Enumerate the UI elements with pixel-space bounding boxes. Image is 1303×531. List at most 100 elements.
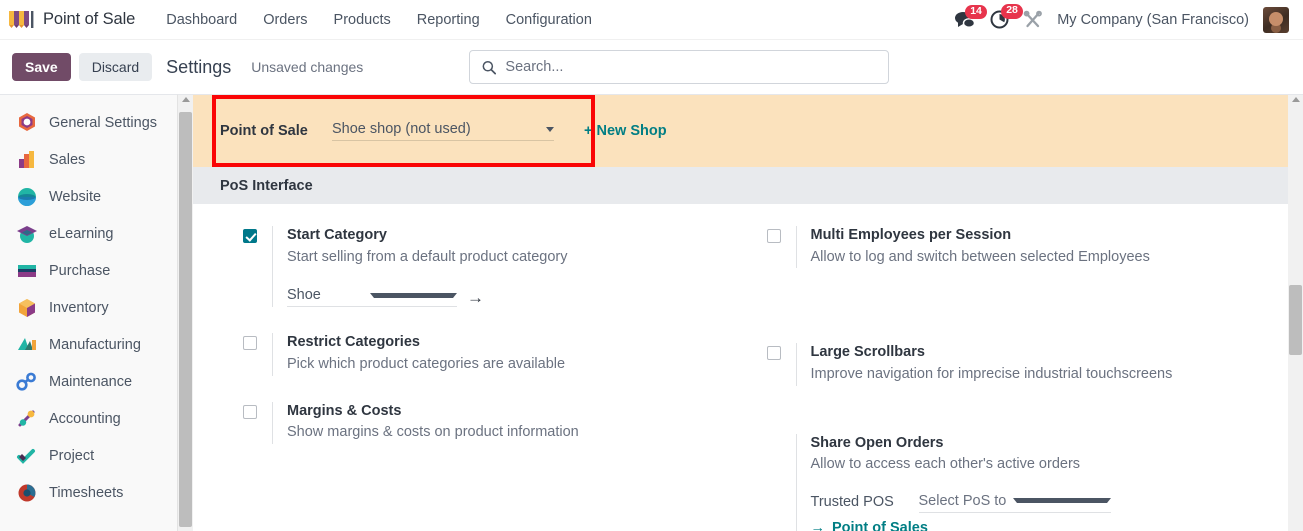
point-of-sales-link[interactable]: → Point of Sales bbox=[811, 520, 1289, 531]
nav-link-products[interactable]: Products bbox=[321, 6, 404, 34]
inventory-app-icon bbox=[19, 298, 35, 317]
sidebar-item-label: eLearning bbox=[49, 225, 114, 242]
point-of-sales-link-label: Point of Sales bbox=[832, 519, 928, 531]
elearning-app-icon bbox=[17, 225, 37, 243]
sidebar-scrollbar-thumb[interactable] bbox=[179, 112, 192, 527]
wrench-tools-icon[interactable] bbox=[1023, 10, 1043, 30]
sidebar-item-label: Website bbox=[49, 188, 102, 205]
website-app-icon bbox=[18, 187, 36, 206]
nav-link-dashboard[interactable]: Dashboard bbox=[153, 6, 250, 34]
purchase-app-icon bbox=[18, 264, 36, 277]
scroll-up-arrow-icon[interactable] bbox=[1291, 97, 1300, 102]
sidebar-item-general-settings[interactable]: General Settings bbox=[0, 104, 177, 141]
sidebar-item-label: Accounting bbox=[49, 410, 121, 427]
restrict-categories-checkbox[interactable] bbox=[243, 336, 257, 351]
sidebar-item-website[interactable]: Website bbox=[0, 178, 177, 215]
large-scrollbars-checkbox[interactable] bbox=[766, 346, 781, 361]
sidebar-item-label: Purchase bbox=[49, 262, 111, 279]
nav-link-configuration[interactable]: Configuration bbox=[493, 6, 605, 34]
setting-restrict-categories: Restrict Categories Pick which product c… bbox=[243, 333, 741, 376]
setting-title: Margins & Costs bbox=[287, 402, 402, 419]
sidebar-item-label: Sales bbox=[49, 151, 86, 168]
sidebar-item-label: Manufacturing bbox=[49, 336, 141, 353]
sidebar-item-label: Maintenance bbox=[49, 373, 133, 390]
setting-title: Start Category bbox=[287, 227, 387, 243]
messages-menu[interactable]: 14 bbox=[954, 4, 987, 29]
start-category-value-row: Shoe → bbox=[287, 287, 741, 308]
sidebar-item-project[interactable]: Project bbox=[0, 437, 177, 474]
navbar-links: Dashboard Orders Products Reporting Conf… bbox=[153, 6, 605, 34]
unsaved-changes-status: Unsaved changes bbox=[251, 59, 364, 75]
setting-start-category: Start Category Start selling from a defa… bbox=[243, 226, 741, 308]
setting-description: Start selling from a default product cat… bbox=[287, 248, 568, 265]
search-input[interactable] bbox=[505, 59, 877, 75]
multi-employees-checkbox[interactable] bbox=[766, 229, 781, 243]
main-scrollbar[interactable] bbox=[1288, 94, 1303, 531]
sidebar-item-label: General Settings bbox=[49, 114, 158, 131]
setting-margins-and-costs: Margins & Costs Show margins & costs on … bbox=[243, 401, 741, 444]
project-app-icon bbox=[17, 448, 35, 464]
start-category-select[interactable]: Shoe bbox=[287, 287, 457, 308]
setting-multi-employees-per-session: Multi Employees per Session Allow to log… bbox=[766, 226, 1289, 269]
setting-large-scrollbars: Large Scrollbars Improve navigation for … bbox=[766, 343, 1289, 386]
sidebar-item-accounting[interactable]: Accounting bbox=[0, 400, 177, 437]
setting-title: Large Scrollbars bbox=[810, 344, 925, 361]
setting-title: Share Open Orders bbox=[810, 434, 944, 451]
timesheets-app-icon bbox=[18, 484, 36, 501]
avatar[interactable] bbox=[1263, 6, 1289, 33]
sidebar-item-elearning[interactable]: eLearning bbox=[0, 215, 177, 252]
setting-description: Allow to log and switch between selected… bbox=[810, 248, 1150, 265]
search-box[interactable] bbox=[469, 50, 890, 84]
shop-selector-banner: Point of Sale Shoe shop (not used) + New… bbox=[193, 95, 1288, 167]
sidebar-item-purchase[interactable]: Purchase bbox=[0, 252, 177, 289]
start-category-checkbox[interactable] bbox=[243, 229, 257, 243]
nav-link-orders[interactable]: Orders bbox=[250, 6, 320, 34]
settings-grid: Start Category Start selling from a defa… bbox=[193, 204, 1288, 531]
brand[interactable]: Point of Sale bbox=[8, 9, 135, 31]
sidebar-item-timesheets[interactable]: Timesheets bbox=[0, 474, 177, 511]
arrow-right-icon[interactable]: → bbox=[467, 289, 484, 306]
sidebar-item-inventory[interactable]: Inventory bbox=[0, 289, 177, 326]
sales-app-icon bbox=[19, 150, 34, 168]
save-button[interactable]: Save bbox=[12, 53, 71, 81]
page-title: Settings bbox=[166, 56, 232, 77]
setting-description: Allow to access each other's active orde… bbox=[810, 456, 1081, 473]
sidebar-item-maintenance[interactable]: Maintenance bbox=[0, 363, 177, 400]
control-panel: Save Discard Settings Unsaved changes bbox=[0, 40, 1303, 94]
scroll-up-arrow-icon[interactable] bbox=[181, 97, 190, 102]
sidebar-item-label: Timesheets bbox=[49, 484, 124, 501]
chevron-down-icon bbox=[370, 292, 457, 298]
setting-share-open-orders: Share Open Orders Allow to access each o… bbox=[767, 433, 1289, 531]
start-category-value: Shoe bbox=[287, 287, 321, 304]
shop-awning-icon bbox=[9, 10, 34, 28]
settings-sidebar: General Settings Sales Website eLearning… bbox=[0, 94, 178, 531]
maintenance-app-icon bbox=[16, 372, 36, 391]
sidebar-item-sales[interactable]: Sales bbox=[0, 141, 177, 178]
setting-title: Multi Employees per Session bbox=[810, 227, 1012, 243]
new-shop-button[interactable]: + New Shop bbox=[584, 123, 667, 139]
shop-select[interactable]: Shoe shop (not used) bbox=[332, 121, 554, 141]
company-switcher[interactable]: My Company (San Francisco) bbox=[1057, 12, 1249, 28]
shop-select-value[interactable]: Shoe shop (not used) bbox=[332, 121, 542, 137]
chevron-down-icon bbox=[1012, 498, 1111, 504]
main-scrollbar-thumb[interactable] bbox=[1289, 285, 1302, 355]
sidebar-item-manufacturing[interactable]: Manufacturing bbox=[0, 326, 177, 363]
sidebar-scrollbar[interactable] bbox=[178, 94, 193, 531]
navbar-right: 14 28 My Company (San Francisco) bbox=[954, 4, 1293, 33]
settings-column-right: Multi Employees per Session Allow to log… bbox=[741, 226, 1289, 531]
setting-description: Show margins & costs on product informat… bbox=[287, 424, 579, 441]
section-header: PoS Interface bbox=[193, 167, 1288, 204]
margins-and-costs-checkbox[interactable] bbox=[243, 404, 257, 419]
nav-link-reporting[interactable]: Reporting bbox=[404, 6, 493, 34]
trusted-pos-select[interactable]: Select PoS to start sharing c bbox=[918, 493, 1111, 513]
activities-menu[interactable]: 28 bbox=[990, 4, 1023, 29]
accounting-app-icon bbox=[18, 410, 35, 426]
settings-app-icon bbox=[19, 112, 35, 131]
activities-badge: 28 bbox=[1001, 4, 1023, 19]
manufacturing-app-icon bbox=[18, 337, 36, 350]
sidebar-item-label: Project bbox=[49, 447, 95, 464]
discard-button[interactable]: Discard bbox=[78, 53, 153, 81]
top-navbar: Point of Sale Dashboard Orders Products … bbox=[0, 0, 1303, 40]
trusted-pos-label: Trusted POS bbox=[810, 493, 894, 510]
sidebar-item-label: Inventory bbox=[49, 299, 109, 316]
